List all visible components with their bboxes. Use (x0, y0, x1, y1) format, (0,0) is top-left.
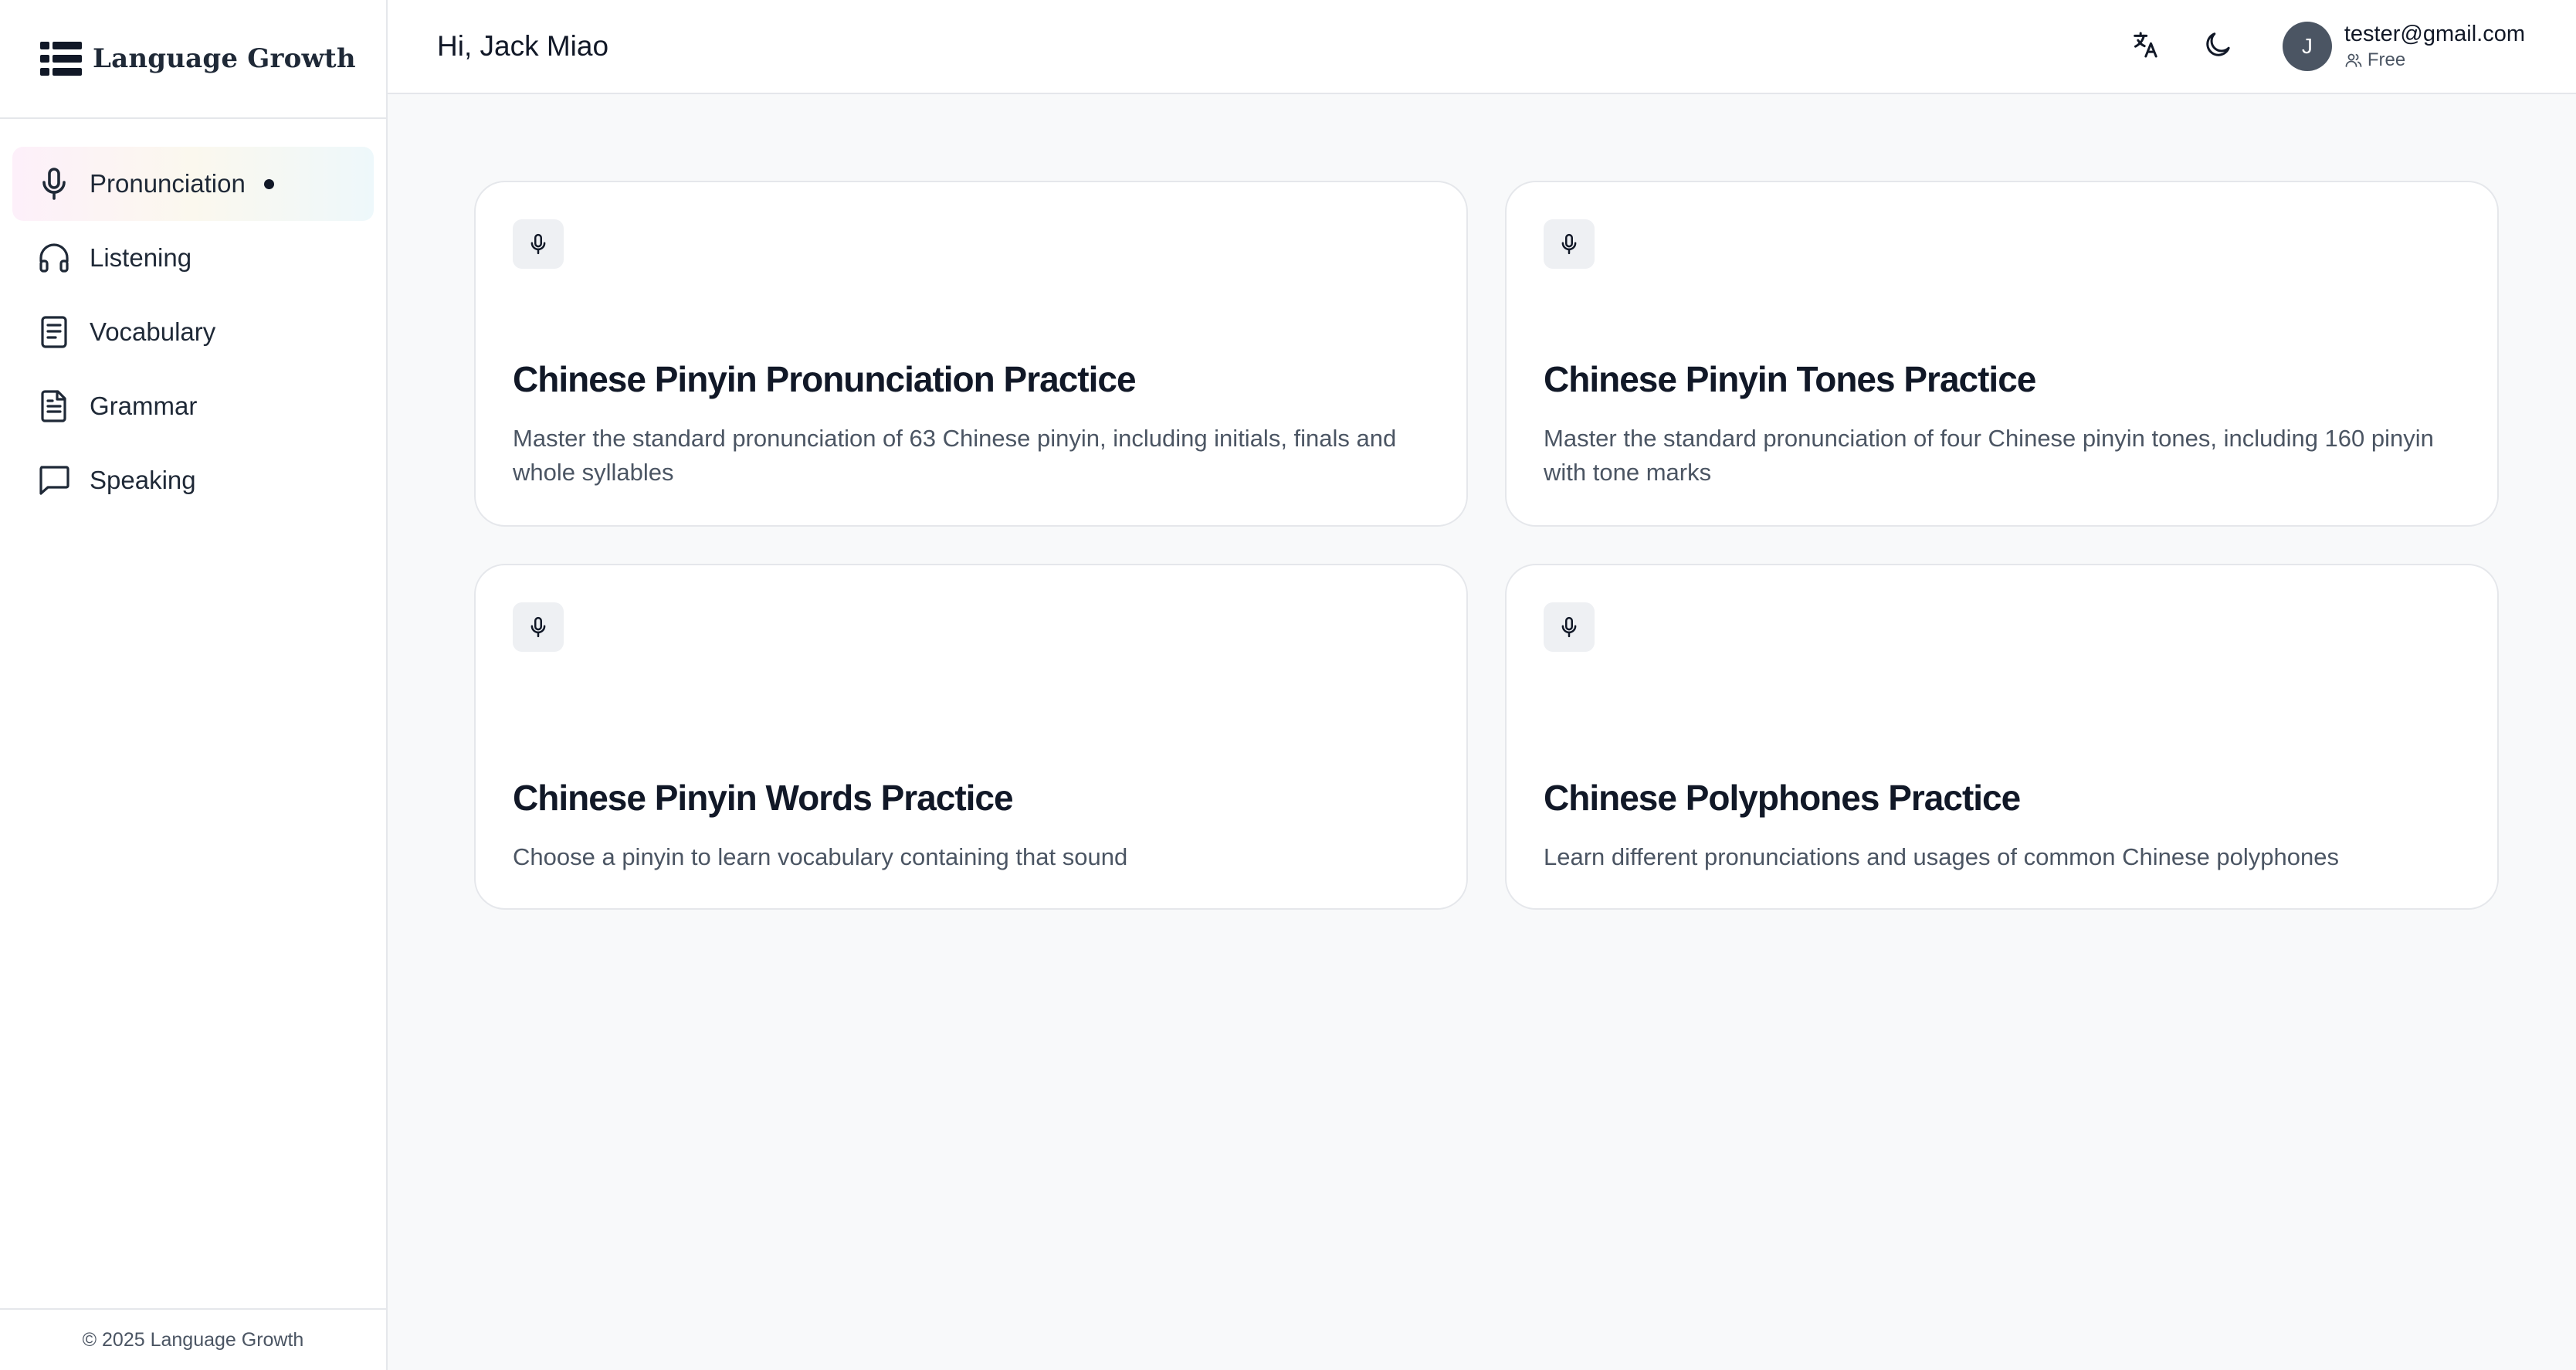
users-icon (2345, 53, 2362, 67)
user-plan-label: Free (2367, 49, 2406, 70)
book-icon (36, 314, 73, 351)
page-greeting: Hi, Jack Miao (437, 30, 609, 62)
brand-name: Language Growth (93, 43, 356, 74)
document-icon (36, 388, 73, 425)
sidebar-item-pronunciation[interactable]: Pronunciation (12, 147, 374, 221)
practice-card-pinyin-tones[interactable]: Chinese Pinyin Tones Practice Master the… (1505, 181, 2499, 527)
theme-toggle-button[interactable] (2193, 22, 2242, 71)
card-title: Chinese Pinyin Pronunciation Practice (513, 359, 1137, 399)
sidebar-item-label: Grammar (90, 392, 198, 420)
microphone-icon (1544, 219, 1595, 269)
avatar[interactable]: J (2282, 22, 2332, 71)
sidebar-item-listening[interactable]: Listening (12, 221, 374, 295)
card-title: Chinese Pinyin Words Practice (513, 778, 1014, 818)
practice-card-polyphones[interactable]: Chinese Polyphones Practice Learn differ… (1505, 564, 2499, 910)
sidebar: Language Growth Pronunciation Listening … (0, 0, 388, 1370)
user-email: tester@gmail.com (2344, 22, 2525, 46)
card-title: Chinese Pinyin Tones Practice (1544, 359, 2036, 399)
card-description: Choose a pinyin to learn vocabulary cont… (513, 843, 1128, 870)
card-description: Learn different pronunciations and usage… (1544, 843, 2339, 870)
sidebar-item-speaking[interactable]: Speaking (12, 443, 374, 517)
card-description: Master the standard pronunciation of 63 … (513, 425, 1397, 486)
headphones-icon (36, 239, 73, 276)
user-info[interactable]: tester@gmail.com Free (2344, 21, 2525, 72)
card-description: Master the standard pronunciation of fou… (1544, 425, 2434, 486)
main-area: Hi, Jack Miao J tester@gmail.com Free Ch… (388, 0, 2576, 1370)
sidebar-item-label: Speaking (90, 466, 196, 494)
top-bar: Hi, Jack Miao J tester@gmail.com Free (388, 0, 2576, 94)
translate-icon (2130, 29, 2161, 64)
user-plan: Free (2344, 49, 2525, 72)
sidebar-footer: © 2025 Language Growth (0, 1308, 386, 1370)
sidebar-item-label: Listening (90, 243, 192, 272)
chat-bubble-icon (36, 462, 73, 499)
sidebar-item-grammar[interactable]: Grammar (12, 369, 374, 443)
microphone-icon (1544, 602, 1595, 652)
practice-card-pinyin-pronunciation[interactable]: Chinese Pinyin Pronunciation Practice Ma… (474, 181, 1468, 527)
practice-card-grid: Chinese Pinyin Pronunciation Practice Ma… (388, 94, 2576, 910)
sidebar-item-label: Pronunciation (90, 169, 246, 198)
logo-icon (40, 40, 82, 77)
microphone-icon (513, 219, 564, 269)
top-bar-actions: J tester@gmail.com Free (2120, 0, 2525, 93)
active-indicator-dot (263, 178, 274, 189)
language-toggle-button[interactable] (2120, 22, 2170, 71)
sidebar-item-label: Vocabulary (90, 317, 216, 346)
sidebar-item-vocabulary[interactable]: Vocabulary (12, 295, 374, 369)
brand[interactable]: Language Growth (0, 0, 386, 119)
practice-card-pinyin-words[interactable]: Chinese Pinyin Words Practice Choose a p… (474, 564, 1468, 910)
moon-icon (2202, 29, 2233, 64)
sidebar-nav: Pronunciation Listening Vocabulary Gramm… (0, 119, 386, 517)
microphone-icon (513, 602, 564, 652)
app-root: Language Growth Pronunciation Listening … (0, 0, 2576, 1370)
card-title: Chinese Polyphones Practice (1544, 778, 2021, 818)
microphone-icon (36, 165, 73, 202)
